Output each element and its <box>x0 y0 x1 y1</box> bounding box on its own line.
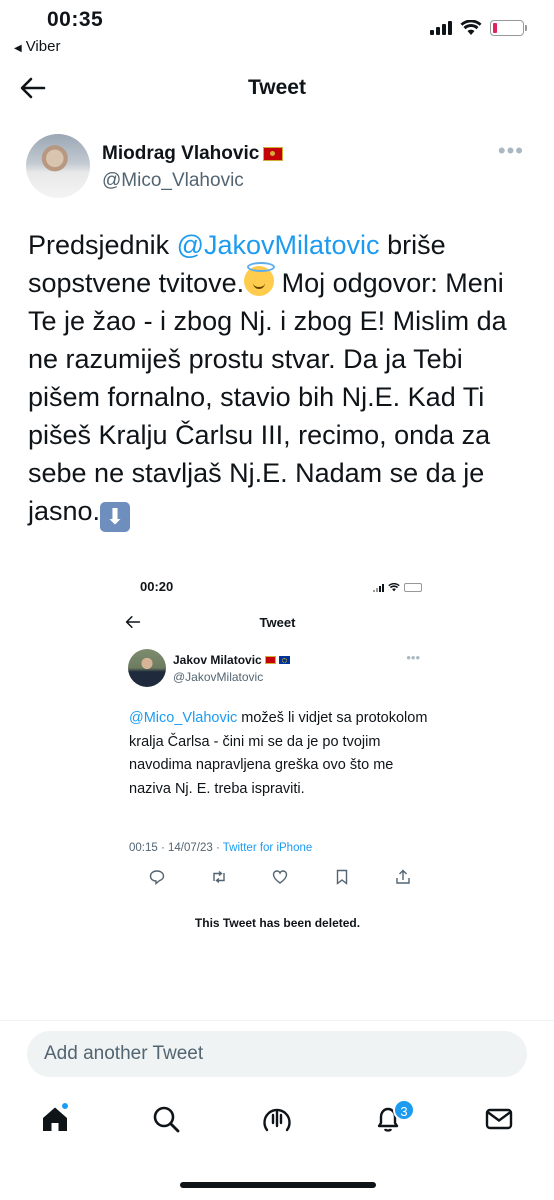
embedded-author-avatar <box>128 649 166 687</box>
embedded-screenshot: 00:20 Tweet Jakov Milatovic @JakovMilato… <box>115 570 440 950</box>
embedded-more-icon: ••• <box>406 650 420 665</box>
more-options-icon[interactable]: ••• <box>498 138 524 164</box>
wifi-icon <box>460 20 482 35</box>
embedded-author-name: Jakov Milatovic <box>173 653 290 667</box>
embedded-tweet-meta: 00:15 · 14/07/23 · Twitter for iPhone <box>129 842 312 854</box>
reply-icon <box>149 870 165 885</box>
eu-flag-icon <box>278 656 290 664</box>
add-tweet-placeholder: Add another Tweet <box>44 1043 204 1064</box>
like-icon <box>272 870 288 884</box>
embedded-wifi-icon <box>388 583 400 592</box>
notifications-badge: 3 <box>393 1099 415 1121</box>
embedded-meta-source: Twitter for iPhone <box>222 842 313 854</box>
bottom-nav <box>0 1096 554 1146</box>
status-time: 00:35 <box>47 8 104 31</box>
add-tweet-input[interactable]: Add another Tweet <box>27 1031 527 1077</box>
deleted-notice: This Tweet has been deleted. <box>194 916 361 930</box>
down-arrow-emoji-icon: ⬇ <box>100 502 131 532</box>
spaces-icon[interactable] <box>262 1104 292 1134</box>
status-indicators <box>430 20 527 36</box>
share-icon <box>396 869 410 884</box>
tweet-text-part: Predsjednik <box>28 230 177 260</box>
back-to-app-link[interactable]: ◀ Viber <box>14 38 60 55</box>
montenegro-flag-icon <box>264 656 276 664</box>
author-name-text: Miodrag Vlahovic <box>102 143 260 164</box>
divider <box>0 1020 554 1021</box>
home-unread-dot <box>60 1101 70 1111</box>
embedded-action-bar <box>149 869 411 885</box>
home-indicator[interactable] <box>180 1182 376 1188</box>
bookmark-icon <box>336 869 347 885</box>
embedded-mention: @Mico_Vlahovic <box>129 710 238 726</box>
back-app-label: Viber <box>25 38 61 55</box>
embedded-signal-icon <box>373 583 384 592</box>
back-triangle-icon: ◀ <box>14 43 22 54</box>
montenegro-flag-icon <box>263 147 284 161</box>
retweet-icon <box>212 870 225 884</box>
page-title: Tweet <box>248 76 306 99</box>
embedded-status-icons <box>373 583 422 592</box>
tweet-text: Predsjednik @JakovMilatovic briše sopstv… <box>28 226 528 532</box>
mention-link[interactable]: @JakovMilatovic <box>177 230 380 260</box>
embedded-author-name-text: Jakov Milatovic <box>173 653 262 667</box>
embedded-author-handle: @JakovMilatovic <box>173 670 264 684</box>
messages-icon[interactable] <box>484 1104 514 1134</box>
author-handle[interactable]: @Mico_Vlahovic <box>102 170 244 192</box>
author-avatar[interactable] <box>26 134 90 198</box>
signal-icon <box>430 21 452 35</box>
embedded-title: Tweet <box>259 615 296 630</box>
embedded-meta-time: 00:15 · 14/07/23 · <box>129 842 223 854</box>
smiling-halo-emoji-icon <box>244 262 276 296</box>
battery-icon <box>490 20 527 36</box>
embedded-tweet-text: @Mico_Vlahovic možeš li vidjet sa protok… <box>129 707 429 801</box>
search-icon[interactable] <box>151 1104 181 1134</box>
tweet-text-part: Moj odgovor: Meni Te je žao - i zbog Nj.… <box>28 268 507 526</box>
embedded-status-time: 00:20 <box>140 579 174 594</box>
author-name[interactable]: Miodrag Vlahovic <box>102 143 284 165</box>
embedded-battery-icon <box>404 583 422 592</box>
